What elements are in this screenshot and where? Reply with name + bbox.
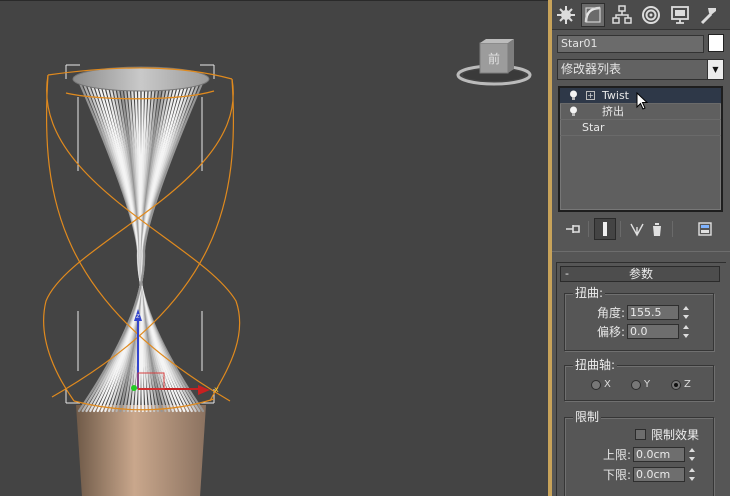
modifier-stack[interactable]: + Twist 挤出 Star (558, 86, 723, 212)
tab-utilities[interactable] (697, 3, 721, 27)
stack-item-label: 挤出 (602, 105, 624, 118)
tab-motion[interactable] (639, 3, 663, 27)
bias-spinner[interactable] (681, 324, 691, 339)
angle-field[interactable]: 155.5 (627, 305, 679, 320)
make-unique-icon (630, 223, 644, 237)
twist-axis-group: 扭曲轴: X Y Z (564, 358, 714, 401)
make-unique-button[interactable] (626, 218, 648, 240)
twist-axis-group-title: 扭曲轴: (573, 358, 618, 372)
pin-stack-icon (566, 225, 580, 233)
remove-modifier-icon (653, 223, 661, 236)
configure-sets-icon (698, 222, 712, 236)
lower-limit-field[interactable]: 0.0cm (633, 467, 685, 482)
utilities-icon (700, 8, 716, 25)
configure-modifier-sets-button[interactable] (694, 218, 716, 240)
stack-item-label: Twist (602, 89, 629, 102)
axis-y-radio[interactable]: Y (631, 378, 657, 392)
modifier-list-dropdown[interactable]: 修改器列表 ▼ (557, 59, 724, 80)
modifier-list-label: 修改器列表 (561, 62, 622, 76)
pin-stack-button[interactable] (562, 218, 584, 240)
limits-group: 限制 限制效果 上限: 0.0cm 下限: 0.0cm (564, 410, 714, 496)
command-panel-tabs (552, 0, 730, 30)
tab-display[interactable] (668, 3, 692, 27)
stack-toolbar (558, 218, 724, 240)
bias-label: 偏移: (596, 325, 625, 339)
rollout-title: 参数 (628, 267, 653, 281)
viewcube-face-label: 前 (488, 51, 500, 66)
parameters-rollout-header[interactable]: - 参数 (560, 266, 720, 282)
upper-limit-spinner[interactable] (687, 447, 697, 462)
perspective-viewport[interactable]: z x 前 (0, 0, 548, 496)
lower-limit-spinner[interactable] (687, 467, 697, 482)
show-end-result-icon (603, 222, 607, 236)
twist-group-title: 扭曲: (573, 286, 606, 300)
limit-effect-label: 限制效果 (651, 428, 700, 442)
angle-spinner[interactable] (681, 305, 691, 320)
chevron-down-icon[interactable]: ▼ (707, 60, 723, 79)
parameters-rollout: - 参数 扭曲: 角度: 155.5 偏移: 0.0 扭曲轴: X Y Z 限制… (556, 262, 726, 496)
command-panel: Star01 修改器列表 ▼ + Twist 挤出 Star - 参数 扭曲: … (552, 0, 730, 496)
lightbulb-icon[interactable] (569, 90, 578, 101)
upper-limit-field[interactable]: 0.0cm (633, 447, 685, 462)
limits-group-title: 限制 (573, 410, 602, 424)
show-end-result-button[interactable] (594, 218, 616, 240)
tab-create[interactable] (554, 3, 578, 27)
stack-item-star[interactable]: Star (560, 120, 721, 136)
hierarchy-icon (612, 5, 632, 24)
create-icon (557, 6, 575, 24)
viewcube[interactable]: 前 (456, 37, 532, 89)
object-name-field[interactable]: Star01 (557, 35, 704, 53)
display-icon (671, 6, 689, 24)
panel-divider (552, 251, 730, 252)
object-color-swatch[interactable] (708, 34, 724, 52)
twisted-strands (77, 79, 205, 413)
lower-limit-label: 下限: (602, 468, 631, 482)
angle-label: 角度: (596, 306, 625, 320)
tab-modify[interactable] (581, 3, 605, 27)
cup-body (76, 405, 206, 496)
svg-text:x: x (214, 385, 219, 394)
upper-limit-label: 上限: (602, 448, 631, 462)
viewcube-icon: 前 (456, 39, 532, 86)
expand-icon[interactable]: + (586, 91, 595, 100)
axis-x-radio[interactable]: X (591, 378, 617, 392)
motion-icon (642, 6, 660, 24)
twist-group: 扭曲: 角度: 155.5 偏移: 0.0 (564, 286, 714, 351)
stack-item-label: Star (582, 121, 605, 134)
limit-effect-checkbox[interactable] (635, 429, 646, 440)
axis-z-radio[interactable]: Z (671, 378, 697, 392)
stack-item-twist[interactable]: + Twist (560, 88, 721, 110)
lightbulb-icon[interactable] (569, 106, 578, 117)
remove-modifier-button[interactable] (646, 218, 668, 240)
tab-hierarchy[interactable] (610, 3, 634, 27)
svg-text:z: z (136, 312, 140, 320)
modify-icon (584, 6, 601, 23)
stack-item-extrude[interactable]: 挤出 (560, 104, 721, 120)
bias-field[interactable]: 0.0 (627, 324, 679, 339)
